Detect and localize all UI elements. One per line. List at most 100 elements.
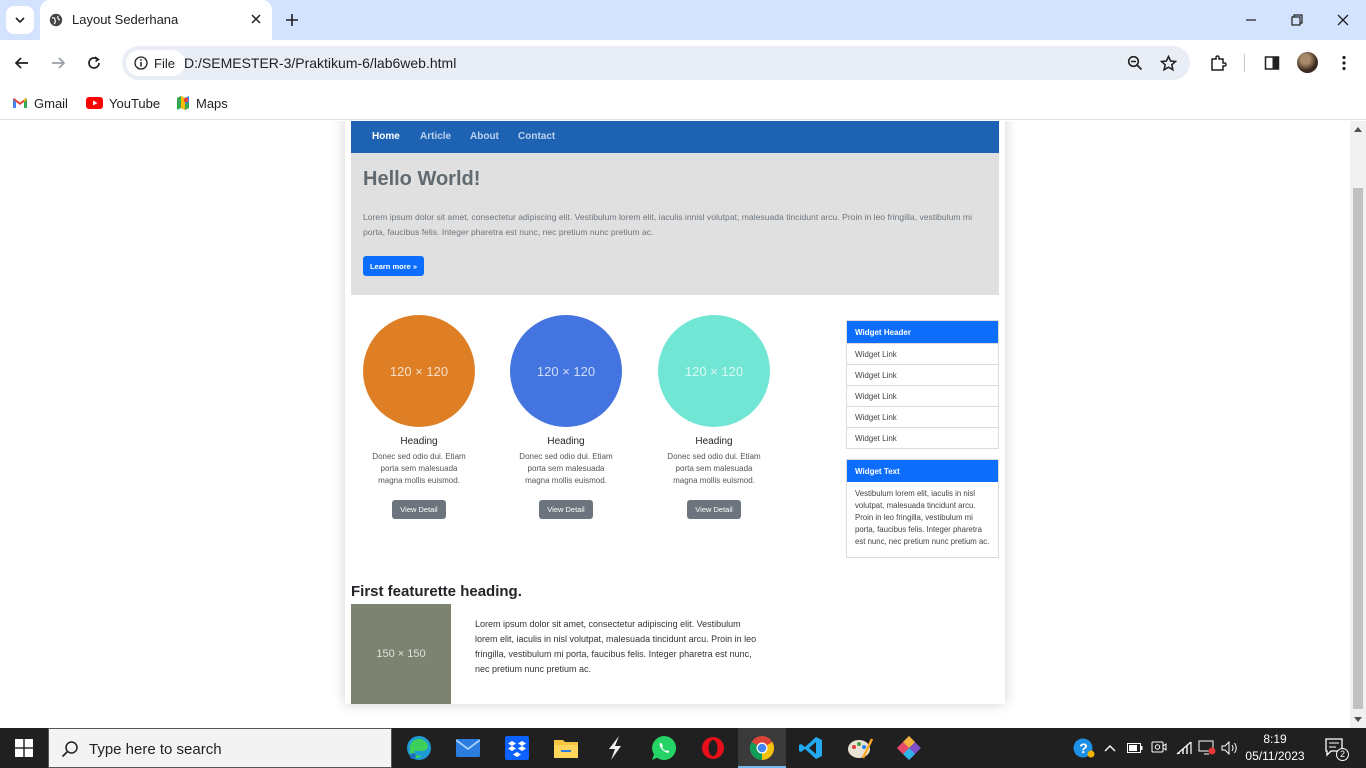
bookmark-maps[interactable]: Maps — [176, 92, 228, 114]
site-info-chip[interactable]: File — [126, 50, 185, 76]
tray-camera[interactable] — [1150, 728, 1168, 768]
start-button[interactable] — [0, 728, 48, 768]
tray-notifications[interactable]: 2 — [1322, 728, 1350, 768]
widget-links: Widget Header Widget Link Widget Link Wi… — [846, 320, 999, 449]
diamond-app-icon — [897, 736, 921, 760]
forward-button[interactable] — [47, 52, 69, 74]
view-detail-button[interactable]: View Detail — [539, 500, 593, 519]
restore-button[interactable] — [1287, 10, 1307, 30]
bookmark-star-button[interactable] — [1159, 54, 1177, 72]
close-icon — [251, 14, 261, 24]
zoom-button[interactable] — [1126, 54, 1144, 72]
taskbar-chrome[interactable] — [738, 728, 786, 768]
nav-contact[interactable]: Contact — [518, 131, 555, 142]
bookmark-label: Maps — [196, 95, 228, 111]
puzzle-icon — [1211, 55, 1227, 71]
tray-help[interactable]: ? — [1072, 728, 1096, 768]
tray-volume[interactable] — [1220, 728, 1240, 768]
hero-title: Hello World! — [363, 168, 481, 190]
hero-text: Lorem ipsum dolor sit amet, consectetur … — [363, 212, 973, 237]
page-container: Home Article About Contact Hello World! … — [345, 121, 1005, 704]
tray-overflow[interactable] — [1102, 728, 1118, 768]
arrow-left-icon — [14, 57, 28, 69]
bookmark-youtube[interactable]: YouTube — [86, 92, 160, 114]
close-window-button[interactable] — [1333, 10, 1353, 30]
taskbar-search-box[interactable]: Type here to search — [48, 728, 392, 768]
feature-card: 120 × 120 Heading Donec sed odio dui. Et… — [363, 315, 475, 519]
reload-button[interactable] — [83, 52, 105, 74]
side-panel-button[interactable] — [1261, 52, 1283, 74]
taskbar-clock[interactable]: 8:19 05/11/2023 — [1240, 731, 1310, 765]
site-chip-label: File — [154, 55, 175, 71]
chevron-up-icon — [1104, 745, 1116, 752]
taskbar-mail[interactable] — [444, 728, 492, 768]
card-heading: Heading — [547, 436, 585, 447]
scroll-thumb[interactable] — [1353, 188, 1363, 709]
zoom-out-icon — [1127, 55, 1143, 71]
tray-display[interactable] — [1197, 728, 1217, 768]
tab-title: Layout Sederhana — [72, 12, 179, 27]
taskbar-app-lightning[interactable] — [591, 728, 639, 768]
back-button[interactable] — [11, 52, 33, 74]
view-detail-button[interactable]: View Detail — [687, 500, 741, 519]
card-image-placeholder: 120 × 120 — [658, 315, 770, 427]
new-tab-button[interactable] — [282, 10, 302, 30]
widget-text-body: Vestibulum lorem elit, iaculis in nisl v… — [855, 489, 990, 546]
widget-link[interactable]: Widget Link — [847, 364, 998, 385]
taskbar-whatsapp[interactable] — [640, 728, 688, 768]
card-text: Donec sed odio dui. Etiam porta sem male… — [372, 452, 466, 485]
tab-close-button[interactable] — [247, 10, 265, 28]
taskbar-app-diamond[interactable] — [885, 728, 933, 768]
folder-icon — [554, 740, 578, 758]
windows-taskbar: Type here to search ? 8:19 05/11/2023 2 — [0, 728, 1366, 768]
profile-avatar[interactable] — [1297, 52, 1318, 73]
widget-link[interactable]: Widget Link — [847, 406, 998, 427]
minimize-button[interactable] — [1241, 10, 1261, 30]
chevron-down-icon — [15, 17, 25, 24]
tab-search-button[interactable] — [6, 6, 34, 34]
browser-menu-button[interactable] — [1333, 52, 1355, 74]
card-heading: Heading — [695, 436, 733, 447]
view-detail-button[interactable]: View Detail — [392, 500, 446, 519]
address-bar[interactable]: File D:/SEMESTER-3/Praktikum-6/lab6web.h… — [122, 46, 1190, 80]
maps-icon — [177, 96, 189, 110]
url-text[interactable]: D:/SEMESTER-3/Praktikum-6/lab6web.html — [184, 55, 456, 71]
scroll-up-arrow[interactable] — [1354, 127, 1362, 132]
arrow-right-icon — [52, 57, 66, 69]
toolbar-divider — [1244, 54, 1245, 72]
tray-network[interactable] — [1174, 728, 1194, 768]
browser-tab[interactable]: Layout Sederhana — [40, 0, 272, 40]
nav-home[interactable]: Home — [372, 131, 400, 142]
star-icon — [1159, 54, 1177, 71]
taskbar-edge[interactable] — [395, 728, 443, 768]
hero-jumbotron: Hello World! Lorem ipsum dolor sit amet,… — [351, 153, 999, 295]
notification-count-badge: 2 — [1336, 748, 1349, 761]
search-icon — [61, 741, 78, 758]
taskbar-paint[interactable] — [836, 728, 884, 768]
widget-link[interactable]: Widget Link — [847, 385, 998, 406]
nav-article[interactable]: Article — [420, 131, 451, 142]
card-text: Donec sed odio dui. Etiam porta sem male… — [519, 452, 613, 485]
page-viewport: Home Article About Contact Hello World! … — [0, 121, 1350, 728]
svg-text:?: ? — [1079, 740, 1088, 756]
taskbar-file-explorer[interactable] — [542, 728, 590, 768]
card-image-placeholder: 120 × 120 — [363, 315, 475, 427]
widget-link[interactable]: Widget Link — [847, 343, 998, 364]
extensions-button[interactable] — [1207, 52, 1229, 74]
lightning-icon — [609, 736, 621, 760]
widget-link[interactable]: Widget Link — [847, 427, 998, 448]
bookmark-gmail[interactable]: Gmail — [12, 92, 68, 114]
taskbar-opera[interactable] — [689, 728, 737, 768]
card-heading: Heading — [400, 436, 438, 447]
tray-battery[interactable] — [1126, 728, 1144, 768]
taskbar-dropbox[interactable] — [493, 728, 541, 768]
info-icon — [134, 56, 148, 70]
page-scrollbar[interactable] — [1350, 121, 1366, 728]
widget-text: Widget Text Vestibulum lorem elit, iacul… — [846, 459, 999, 558]
taskbar-vscode[interactable] — [787, 728, 835, 768]
scroll-down-arrow[interactable] — [1354, 717, 1362, 722]
bookmark-label: YouTube — [109, 95, 161, 111]
learn-more-button[interactable]: Learn more » — [363, 256, 424, 276]
nav-about[interactable]: About — [470, 131, 499, 142]
widget-text-header: Widget Text — [847, 460, 998, 482]
